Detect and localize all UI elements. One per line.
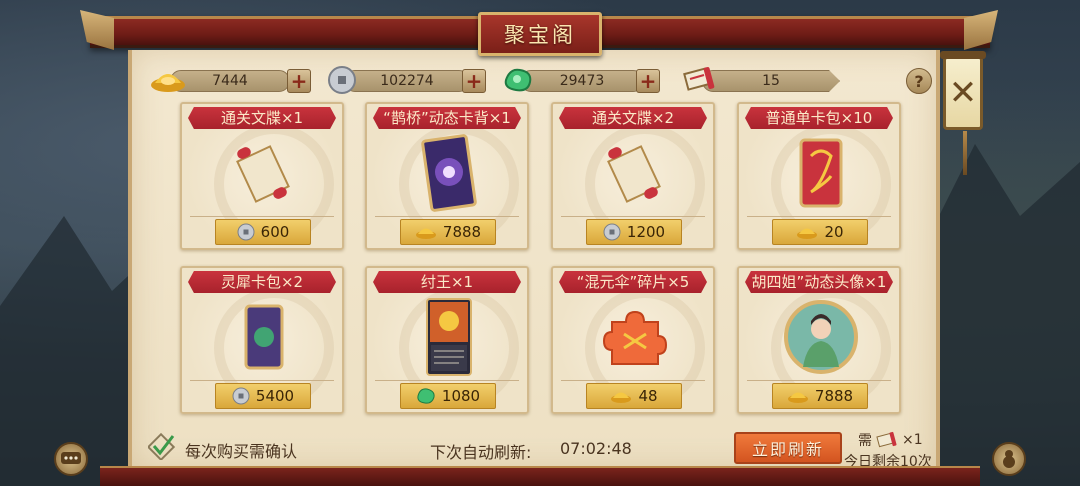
avatar-portrait-icon — [781, 298, 861, 376]
need-prefix: 需 — [858, 433, 872, 449]
card-divider — [747, 216, 891, 217]
item-title: 普通单卡包×10 — [745, 107, 893, 129]
menu-button[interactable] — [992, 442, 1026, 476]
silver-coin-icon — [237, 223, 255, 241]
price-button[interactable]: 600 — [215, 219, 311, 245]
jade-icon — [417, 388, 435, 404]
price-button[interactable]: 7888 — [772, 383, 868, 409]
price-value: 1200 — [626, 223, 666, 241]
confirm-checkbox[interactable] — [148, 432, 176, 460]
item-title: “混元伞”碎片×5 — [559, 271, 707, 293]
next-refresh-label: 下次自动刷新: — [430, 443, 532, 462]
shop-item-card[interactable]: 通关文牒×2 1200 — [551, 102, 715, 250]
price-value: 7888 — [442, 223, 482, 241]
card-divider — [190, 216, 334, 217]
scroll-icon — [595, 134, 675, 212]
price-button[interactable]: 20 — [772, 219, 868, 245]
scroll-icon — [224, 134, 304, 212]
shop-item-card[interactable]: 普通单卡包×10 20 — [737, 102, 901, 250]
price-value: 20 — [824, 223, 844, 241]
card-divider — [190, 380, 334, 381]
refresh-token-icon — [876, 431, 897, 448]
gold-ingot-icon — [415, 228, 436, 239]
gold-ingot-icon — [797, 228, 818, 239]
chat-icon — [61, 452, 81, 464]
shop-item-card[interactable]: 胡四姐”动态头像×1 7888 — [737, 266, 901, 414]
currency-refresh-token: 15 — [680, 67, 840, 92]
shop-item-card[interactable]: 纣王×1 1080 — [365, 266, 529, 414]
price-value: 5400 — [255, 387, 295, 405]
close-icon: ✕ — [948, 73, 978, 113]
price-button[interactable]: 1080 — [400, 383, 496, 409]
need-suffix: ×1 — [902, 432, 923, 448]
add-silver-button[interactable]: + — [462, 69, 486, 93]
card-divider — [561, 380, 705, 381]
price-button[interactable]: 1200 — [586, 219, 682, 245]
help-button[interactable]: ? — [906, 68, 932, 94]
gold-amount: 7444 — [170, 70, 290, 92]
card-divider — [561, 216, 705, 217]
card-divider — [375, 216, 519, 217]
currency-silver: 102274 + — [326, 66, 486, 94]
background-mountain-right — [930, 144, 1080, 486]
puzzle-fragment-icon — [595, 298, 675, 376]
item-title: 纣王×1 — [373, 271, 521, 293]
silver-coin-icon — [603, 223, 621, 241]
title-plaque: 聚宝阁 — [478, 12, 602, 56]
jade-amount: 29473 — [520, 70, 644, 92]
silver-coin-icon — [232, 387, 250, 405]
card-pack-icon — [224, 298, 304, 376]
price-value: 7888 — [814, 387, 854, 405]
bottom-beam — [100, 466, 980, 486]
shop-item-card[interactable]: 通关文牒×1 600 — [180, 102, 344, 250]
next-refresh-timer: 07:02:48 — [560, 439, 632, 458]
shop-item-card[interactable]: 灵犀卡包×2 5400 — [180, 266, 344, 414]
confirm-label: 每次购买需确认 — [185, 442, 298, 461]
refresh-token-amount: 15 — [702, 70, 840, 92]
chat-button[interactable] — [54, 442, 88, 476]
hero-card-icon — [409, 298, 489, 376]
item-title: 通关文牒×1 — [188, 107, 336, 129]
add-gold-button[interactable]: + — [287, 69, 311, 93]
silver-amount: 102274 — [344, 70, 470, 92]
refresh-token-icon — [680, 64, 716, 96]
price-value: 48 — [638, 387, 658, 405]
price-value: 600 — [260, 223, 290, 241]
item-title: 胡四姐”动态头像×1 — [745, 271, 893, 293]
card-divider — [375, 380, 519, 381]
jade-icon — [500, 64, 536, 96]
currency-jade: 29473 + — [500, 68, 660, 93]
card-divider — [747, 380, 891, 381]
item-title: 灵犀卡包×2 — [188, 271, 336, 293]
card-back-icon — [409, 134, 489, 212]
currency-gold: 7444 + — [150, 69, 311, 93]
gold-ingot-icon — [611, 392, 632, 403]
price-value: 1080 — [441, 387, 481, 405]
close-button[interactable]: ✕ — [940, 51, 986, 175]
add-jade-button[interactable]: + — [636, 69, 660, 93]
silver-coin-icon — [324, 64, 360, 96]
price-button[interactable]: 48 — [586, 383, 682, 409]
price-button[interactable]: 5400 — [215, 383, 311, 409]
item-title: “鹊桥”动态卡背×1 — [373, 107, 521, 129]
checkmark-icon — [148, 432, 176, 460]
refresh-cost: 需 ×1 — [858, 430, 923, 450]
page-title: 聚宝阁 — [504, 23, 576, 47]
gold-ingot-icon — [150, 64, 186, 96]
shop-item-card[interactable]: “混元伞”碎片×5 48 — [551, 266, 715, 414]
price-button[interactable]: 7888 — [400, 219, 496, 245]
gold-ingot-icon — [787, 392, 808, 403]
refresh-now-button[interactable]: 立即刷新 — [734, 432, 842, 464]
shop-item-card[interactable]: “鹊桥”动态卡背×1 7888 — [365, 102, 529, 250]
item-title: 通关文牒×2 — [559, 107, 707, 129]
card-pack-icon — [781, 134, 861, 212]
gourd-icon — [1003, 450, 1015, 468]
